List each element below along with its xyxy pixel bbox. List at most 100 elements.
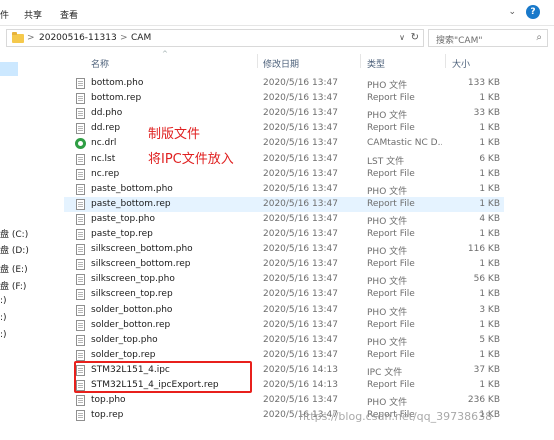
document-icon	[76, 229, 85, 240]
file-date: 2020/5/16 13:47	[263, 349, 338, 360]
navigation-pane: 盘 (C:) 盘 (D:) 盘 (E:) 盘 (F:) :) :) :)	[0, 50, 29, 440]
file-name: silkscreen_top.pho	[91, 274, 175, 285]
file-type: PHO 文件	[367, 186, 408, 197]
file-size: 6 KB	[479, 153, 500, 164]
file-size: 133 KB	[467, 78, 500, 88]
nav-drive-e[interactable]: 盘 (E:)	[0, 262, 28, 275]
file-type: Report File	[367, 289, 415, 300]
column-header-size[interactable]: 大小	[452, 57, 470, 70]
table-row[interactable]: nc.lst 2020/5/16 13:47 LST 文件 6 KB	[64, 152, 504, 167]
chevron-down-icon[interactable]: ⌄	[508, 7, 516, 17]
file-type: Report File	[367, 380, 415, 390]
document-icon	[76, 198, 85, 210]
table-row[interactable]: dd.rep 2020/5/16 13:47 Report File 1 KB	[64, 121, 504, 136]
file-list: ^ 名称 修改日期 类型 大小 bottom.pho 2020/5/16 13:4…	[64, 50, 554, 440]
file-date: 2020/5/16 13:47	[263, 289, 338, 300]
chevron-down-icon[interactable]: ∨	[399, 33, 405, 42]
file-type: Report File	[367, 123, 415, 134]
file-size: 33 KB	[473, 108, 500, 119]
column-header-type[interactable]: 类型	[367, 57, 385, 70]
file-date: 2020/5/16 13:47	[263, 304, 338, 315]
file-size: 236 KB	[467, 395, 500, 406]
file-type: PHO 文件	[367, 277, 408, 288]
document-icon	[76, 213, 85, 225]
file-name: paste_top.pho	[91, 213, 156, 224]
table-row[interactable]: paste_top.rep 2020/5/16 13:47 Report File 1…	[64, 227, 504, 242]
column-header-name[interactable]: 名称	[91, 57, 109, 70]
breadcrumb-current[interactable]: CAM	[131, 33, 151, 43]
file-type: PHO 文件	[367, 81, 408, 91]
document-icon	[76, 93, 85, 105]
column-header-date[interactable]: 修改日期	[263, 57, 299, 70]
file-size: 1 KB	[479, 168, 500, 179]
table-row[interactable]: nc.rep 2020/5/16 13:47 Report File 1 KB	[64, 167, 504, 182]
file-size: 56 KB	[473, 274, 500, 285]
table-row[interactable]: bottom.rep 2020/5/16 13:47 Report File 1 KB	[64, 91, 504, 106]
table-row[interactable]: solder_top.pho 2020/5/16 13:47 PHO 文件 5 KB	[64, 333, 504, 348]
document-icon	[76, 319, 85, 331]
file-size: 4 KB	[479, 213, 500, 224]
file-date: 2020/5/16 14:13	[263, 364, 338, 375]
nav-drive-c[interactable]: 盘 (C:)	[0, 227, 28, 240]
table-row[interactable]: silkscreen_bottom.rep 2020/5/16 13:47 Repo…	[64, 257, 504, 272]
document-icon	[76, 123, 85, 135]
file-name: paste_bottom.rep	[91, 198, 171, 209]
file-date: 2020/5/16 13:47	[263, 78, 338, 88]
address-bar[interactable]: > 20200516-11313 > CAM ∨ ↻	[6, 29, 424, 47]
file-size: 1 KB	[479, 259, 500, 270]
help-icon[interactable]: ?	[526, 5, 540, 19]
search-input[interactable]: 搜索"CAM" ⌕	[428, 29, 548, 47]
file-date: 2020/5/16 13:47	[263, 168, 338, 179]
nav-drive-f[interactable]: 盘 (F:)	[0, 279, 26, 292]
table-row[interactable]: paste_bottom.rep 2020/5/16 13:47 Report Fi…	[64, 196, 504, 212]
table-row[interactable]: silkscreen_top.pho 2020/5/16 13:47 PHO 文件 5…	[64, 272, 504, 287]
file-type: IPC 文件	[367, 367, 403, 378]
file-type: PHO 文件	[367, 111, 408, 122]
document-icon	[76, 108, 85, 120]
nav-drive-h[interactable]: :)	[0, 313, 7, 323]
table-row[interactable]: silkscreen_top.rep 2020/5/16 13:47 Report …	[64, 287, 504, 302]
file-size: 37 KB	[473, 364, 500, 375]
nav-drive-g[interactable]: :)	[0, 296, 7, 306]
table-row[interactable]: solder_botton.rep 2020/5/16 13:47 Report F…	[64, 318, 504, 333]
nav-drive-d[interactable]: 盘 (D:)	[0, 243, 29, 256]
file-size: 1 KB	[479, 229, 500, 239]
file-type: PHO 文件	[367, 216, 408, 227]
table-row[interactable]: silkscreen_bottom.pho 2020/5/16 13:47 PHO …	[64, 242, 504, 257]
file-type: Report File	[367, 349, 415, 360]
search-icon[interactable]: ⌕	[536, 32, 542, 43]
nav-drive-i[interactable]: :)	[0, 330, 7, 340]
column-divider[interactable]	[257, 54, 258, 68]
file-size: 5 KB	[479, 334, 500, 345]
breadcrumb-folder[interactable]: 20200516-11313	[39, 33, 117, 43]
table-row[interactable]: paste_top.pho 2020/5/16 13:47 PHO 文件 4 KB	[64, 212, 504, 227]
table-row[interactable]: top.pho 2020/5/16 13:47 PHO 文件 236 KB	[64, 393, 504, 408]
table-row[interactable]: solder_botton.pho 2020/5/16 13:47 PHO 文件 3 …	[64, 303, 504, 318]
tab-view[interactable]: 查看	[60, 8, 78, 21]
file-date: 2020/5/16 13:47	[263, 198, 338, 209]
nav-selected-item[interactable]	[0, 62, 18, 76]
file-name: silkscreen_top.rep	[91, 289, 173, 300]
file-date: 2020/5/16 13:47	[263, 334, 338, 345]
file-type: Report File	[367, 93, 415, 104]
document-icon	[76, 289, 85, 301]
document-icon	[76, 349, 85, 361]
file-name: nc.rep	[91, 168, 120, 179]
file-date: 2020/5/16 13:47	[263, 319, 338, 330]
table-row[interactable]: bottom.pho 2020/5/16 13:47 PHO 文件 133 KB	[64, 76, 504, 91]
annotation-plate-files: 制版文件	[148, 127, 201, 142]
file-date: 2020/5/16 13:47	[263, 108, 338, 119]
table-row[interactable]: nc.drl 2020/5/16 13:47 CAMtastic NC D... 1 …	[64, 136, 504, 151]
column-divider[interactable]	[445, 54, 446, 68]
refresh-icon[interactable]: ↻	[411, 32, 419, 43]
column-divider[interactable]	[360, 54, 361, 68]
file-size: 1 KB	[479, 138, 500, 149]
document-icon	[76, 334, 85, 346]
file-date: 2020/5/16 13:47	[263, 123, 338, 134]
tab-share[interactable]: 共享	[24, 8, 42, 21]
file-type: Report File	[367, 198, 415, 209]
tab-file[interactable]: 件	[0, 8, 9, 21]
file-size: 1 KB	[479, 93, 500, 104]
table-row[interactable]: dd.pho 2020/5/16 13:47 PHO 文件 33 KB	[64, 106, 504, 121]
table-row[interactable]: paste_bottom.pho 2020/5/16 13:47 PHO 文件 1 K…	[64, 182, 504, 197]
